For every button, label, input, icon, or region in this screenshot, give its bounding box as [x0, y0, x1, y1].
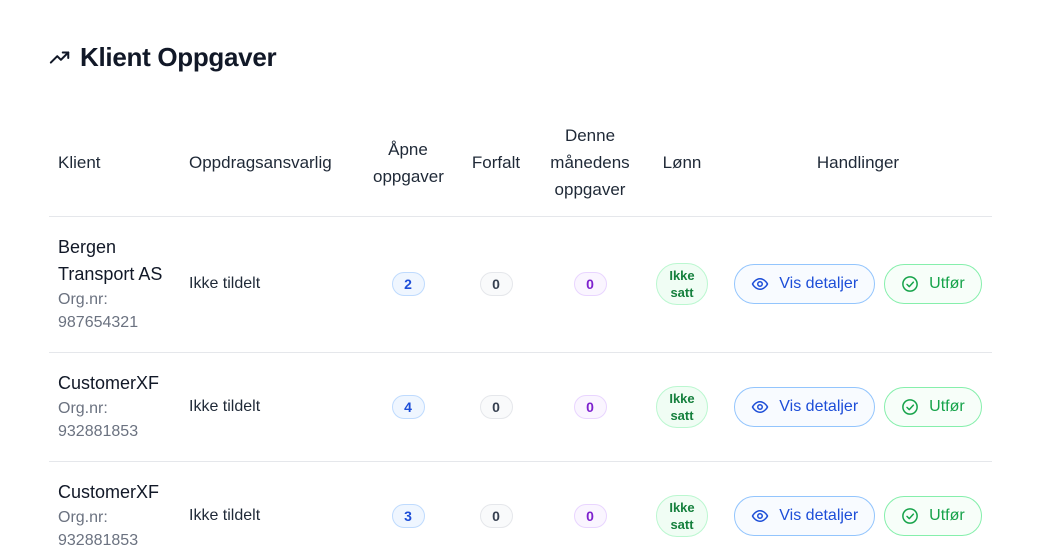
overdue-badge: 0 [479, 394, 513, 419]
view-details-button[interactable]: Vis detaljer [734, 264, 876, 304]
page-header: Klient Oppgaver [49, 42, 277, 73]
trending-up-icon [49, 47, 71, 69]
column-header-this-month[interactable]: Denne månedens oppgaver [540, 110, 640, 217]
salary-status-line1: Ikke [669, 268, 695, 283]
column-header-client[interactable]: Klient [49, 110, 180, 217]
column-header-overdue[interactable]: Forfalt [452, 110, 540, 217]
perform-button[interactable]: Utfør [884, 495, 982, 536]
client-cell: CustomerXF Org.nr: 932881853 [49, 461, 180, 554]
perform-label: Utfør [929, 506, 965, 524]
table-row: Bergen Transport AS Org.nr: 987654321 Ik… [49, 216, 992, 353]
overdue-badge: 0 [479, 503, 513, 528]
assignee-text: Ikke tildelt [189, 397, 261, 415]
salary-status-badge: Ikke satt [656, 385, 708, 428]
client-cell: Bergen Transport AS Org.nr: 987654321 [49, 216, 180, 353]
salary-status-line2: satt [670, 516, 694, 532]
perform-button[interactable]: Utfør [884, 386, 982, 427]
column-header-open-tasks[interactable]: Åpne oppgaver [364, 110, 452, 217]
table-row: CustomerXF Org.nr: 932881853 Ikke tildel… [49, 352, 992, 462]
check-circle-icon [901, 507, 919, 525]
row-actions: Vis detaljer Utfør [733, 495, 983, 536]
client-org-label: Org.nr: [58, 400, 108, 417]
column-header-salary[interactable]: Lønn [640, 110, 724, 217]
salary-status-line2: satt [670, 407, 694, 423]
eye-icon [751, 275, 769, 293]
client-tasks-table: Klient Oppdragsansvarlig Åpne oppgaver F… [49, 110, 992, 554]
salary-status-line1: Ikke [669, 390, 695, 406]
perform-label: Utfør [929, 275, 965, 292]
salary-status-badge: Ikke satt [656, 494, 708, 537]
view-details-button[interactable]: Vis detaljer [734, 495, 876, 536]
column-header-actions: Handlinger [724, 110, 992, 217]
perform-label: Utfør [929, 397, 965, 415]
client-org-label: Org.nr: [58, 509, 108, 527]
client-org-number: 987654321 [58, 314, 139, 331]
open-tasks-badge: 4 [391, 394, 425, 419]
open-tasks-badge: 3 [391, 503, 425, 528]
table-header-row: Klient Oppdragsansvarlig Åpne oppgaver F… [49, 110, 992, 217]
overdue-badge: 0 [479, 272, 513, 296]
this-month-badge: 0 [573, 272, 607, 296]
row-actions: Vis detaljer Utfør [733, 264, 983, 304]
client-name[interactable]: CustomerXF [58, 370, 171, 397]
view-details-button[interactable]: Vis detaljer [734, 386, 876, 427]
eye-icon [751, 398, 769, 416]
check-circle-icon [901, 275, 919, 293]
page-title: Klient Oppgaver [80, 42, 277, 72]
client-org-label: Org.nr: [58, 291, 108, 308]
open-tasks-badge: 2 [391, 272, 425, 296]
check-circle-icon [901, 398, 919, 416]
this-month-badge: 0 [573, 503, 607, 528]
client-name[interactable]: Bergen Transport AS [58, 234, 171, 288]
salary-status-badge: Ikke satt [656, 263, 708, 305]
salary-status-line2: satt [670, 285, 694, 300]
view-details-label: Vis detaljer [779, 506, 859, 524]
perform-button[interactable]: Utfør [884, 264, 982, 304]
assignee-text: Ikke tildelt [189, 506, 261, 524]
salary-status-line1: Ikke [669, 499, 695, 515]
table-row: CustomerXF Org.nr: 932881853 Ikke tildel… [49, 461, 992, 554]
view-details-label: Vis detaljer [779, 397, 859, 415]
column-header-assignee[interactable]: Oppdragsansvarlig [180, 110, 364, 217]
eye-icon [751, 507, 769, 525]
row-actions: Vis detaljer Utfør [733, 386, 983, 427]
client-org-number: 932881853 [58, 532, 139, 550]
assignee-text: Ikke tildelt [189, 275, 261, 292]
client-name[interactable]: CustomerXF [58, 479, 171, 506]
client-cell: CustomerXF Org.nr: 932881853 [49, 352, 180, 462]
this-month-badge: 0 [573, 394, 607, 419]
client-tasks-panel: Klient Oppgaver Klient Oppdragsansvarlig… [0, 0, 1039, 554]
view-details-label: Vis detaljer [779, 275, 859, 292]
client-org-number: 932881853 [58, 423, 139, 440]
